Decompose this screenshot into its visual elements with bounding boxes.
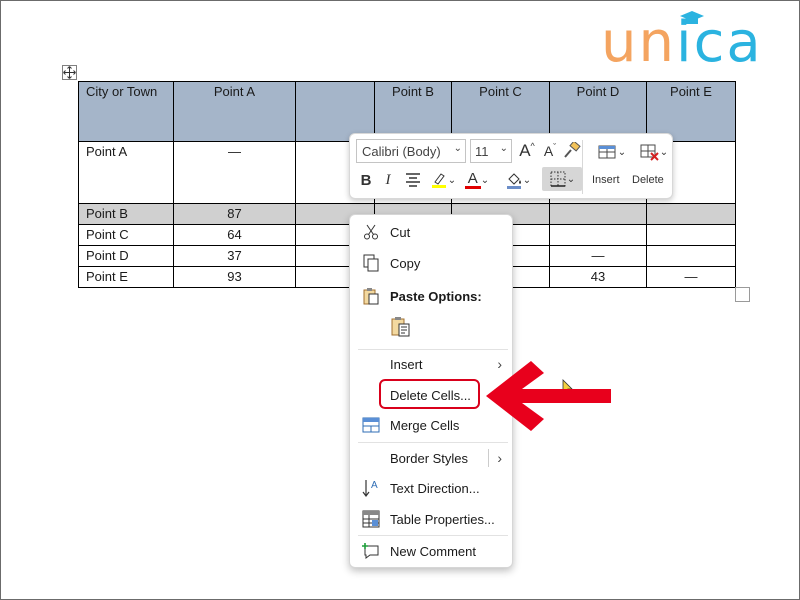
borders-button[interactable]: ⌄: [542, 167, 582, 191]
table-cell[interactable]: —: [549, 245, 647, 267]
table-properties-icon: [361, 509, 381, 529]
shrink-font-button[interactable]: Aˇ: [540, 139, 560, 163]
copy-icon: [361, 253, 381, 273]
menu-item-copy[interactable]: Copy: [350, 249, 512, 277]
highlighter-icon: [431, 173, 446, 188]
delete-label: Delete: [632, 174, 664, 186]
chevron-right-icon: ›: [497, 450, 502, 466]
table-cell[interactable]: [549, 224, 647, 246]
mini-toolbar: Calibri (Body) ⌄ 11 ⌄ A ^ Aˇ ⌄ Insert ⌄ …: [349, 133, 673, 199]
shading-button[interactable]: ⌄: [502, 168, 534, 192]
table-cell[interactable]: Point A: [78, 141, 174, 204]
menu-item-label: New Comment: [390, 543, 476, 559]
new-comment-icon: [361, 541, 381, 561]
align-center-icon: [406, 173, 420, 187]
header-cell[interactable]: City or Town: [78, 81, 174, 142]
borders-icon: [550, 171, 566, 187]
font-name-select[interactable]: Calibri (Body) ⌄: [356, 139, 466, 163]
menu-item-cut[interactable]: Cut: [350, 218, 512, 246]
table-cell[interactable]: 93: [173, 266, 296, 288]
table-cell[interactable]: [646, 224, 736, 246]
highlight-button[interactable]: ⌄: [428, 168, 458, 192]
menu-item-label: Merge Cells: [390, 417, 460, 433]
merge-cells-icon: [361, 415, 381, 435]
table-cell[interactable]: [549, 203, 647, 225]
delete-table-icon: [640, 144, 659, 161]
shrink-font-icon: A: [543, 143, 554, 159]
menu-item-label: Text Direction...: [390, 480, 480, 496]
bold-button[interactable]: B: [356, 168, 376, 192]
unica-logo: unica: [601, 10, 791, 75]
format-painter-icon: [564, 142, 581, 158]
paste-icon: [361, 286, 381, 306]
table-cell[interactable]: Point D: [78, 245, 174, 267]
font-size-select[interactable]: 11 ⌄: [470, 139, 512, 163]
table-cell[interactable]: [646, 245, 736, 267]
menu-item-label: Copy: [390, 255, 421, 271]
menu-item-label: Table Properties...: [390, 511, 495, 527]
paste-keep-formatting-icon: [391, 317, 410, 337]
logo-text: unica: [601, 10, 763, 75]
table-cell[interactable]: Point C: [78, 224, 174, 246]
menu-item-label: Border Styles: [390, 450, 469, 466]
menu-item-paste-options: Paste Options:: [350, 282, 512, 310]
menu-divider: [358, 442, 508, 443]
text-direction-icon: A: [361, 478, 381, 498]
table-cell[interactable]: Point E: [78, 266, 174, 288]
menu-item-new-comment[interactable]: New Comment: [350, 537, 512, 565]
svg-text:A: A: [371, 480, 378, 491]
menu-divider: [358, 535, 508, 536]
table-cell[interactable]: 43: [549, 266, 647, 288]
menu-item-text-direction[interactable]: A Text Direction...: [350, 474, 512, 502]
menu-item-label: Insert: [390, 356, 423, 372]
font-color-button[interactable]: A ⌄: [462, 168, 492, 192]
chevron-down-icon: ⌄: [499, 143, 508, 154]
scissors-icon: [361, 222, 381, 242]
split-divider: [488, 449, 489, 467]
toolbar-divider: [582, 140, 583, 194]
insert-button[interactable]: ⌄: [594, 140, 630, 164]
header-cell[interactable]: Point A: [173, 81, 296, 142]
delete-button[interactable]: ⌄: [638, 140, 670, 164]
keep-source-formatting-button[interactable]: [390, 316, 412, 340]
table-cell[interactable]: 87: [173, 203, 296, 225]
menu-item-label: Cut: [390, 224, 411, 240]
insert-table-icon: [598, 145, 616, 159]
table-cell[interactable]: [646, 203, 736, 225]
table-cell[interactable]: —: [173, 141, 296, 204]
table-move-handle-icon[interactable]: [62, 65, 77, 80]
annotation-highlight-box: [379, 379, 480, 409]
insert-label: Insert: [592, 174, 620, 186]
format-painter-button[interactable]: [562, 139, 582, 163]
table-resize-handle[interactable]: [735, 287, 750, 302]
font-name-value: Calibri (Body): [362, 144, 441, 159]
font-size-value: 11: [475, 144, 489, 159]
paint-bucket-icon: [506, 173, 521, 189]
center-align-button[interactable]: [402, 168, 424, 192]
bold-icon: B: [360, 171, 372, 189]
menu-item-label: Paste Options:: [390, 288, 482, 304]
menu-item-border-styles[interactable]: Border Styles ›: [350, 444, 512, 472]
table-cell[interactable]: 64: [173, 224, 296, 246]
table-cell[interactable]: Point B: [78, 203, 174, 225]
italic-icon: I: [385, 171, 391, 188]
chevron-down-icon: ⌄: [453, 143, 462, 154]
menu-item-table-properties[interactable]: Table Properties...: [350, 505, 512, 533]
grow-font-icon: A: [519, 141, 531, 160]
italic-button[interactable]: I: [378, 168, 398, 192]
grow-font-button[interactable]: A ^: [516, 139, 538, 163]
font-color-icon: A: [467, 170, 478, 187]
table-cell[interactable]: 37: [173, 245, 296, 267]
red-arrow-icon: [486, 361, 611, 431]
table-cell[interactable]: —: [646, 266, 736, 288]
